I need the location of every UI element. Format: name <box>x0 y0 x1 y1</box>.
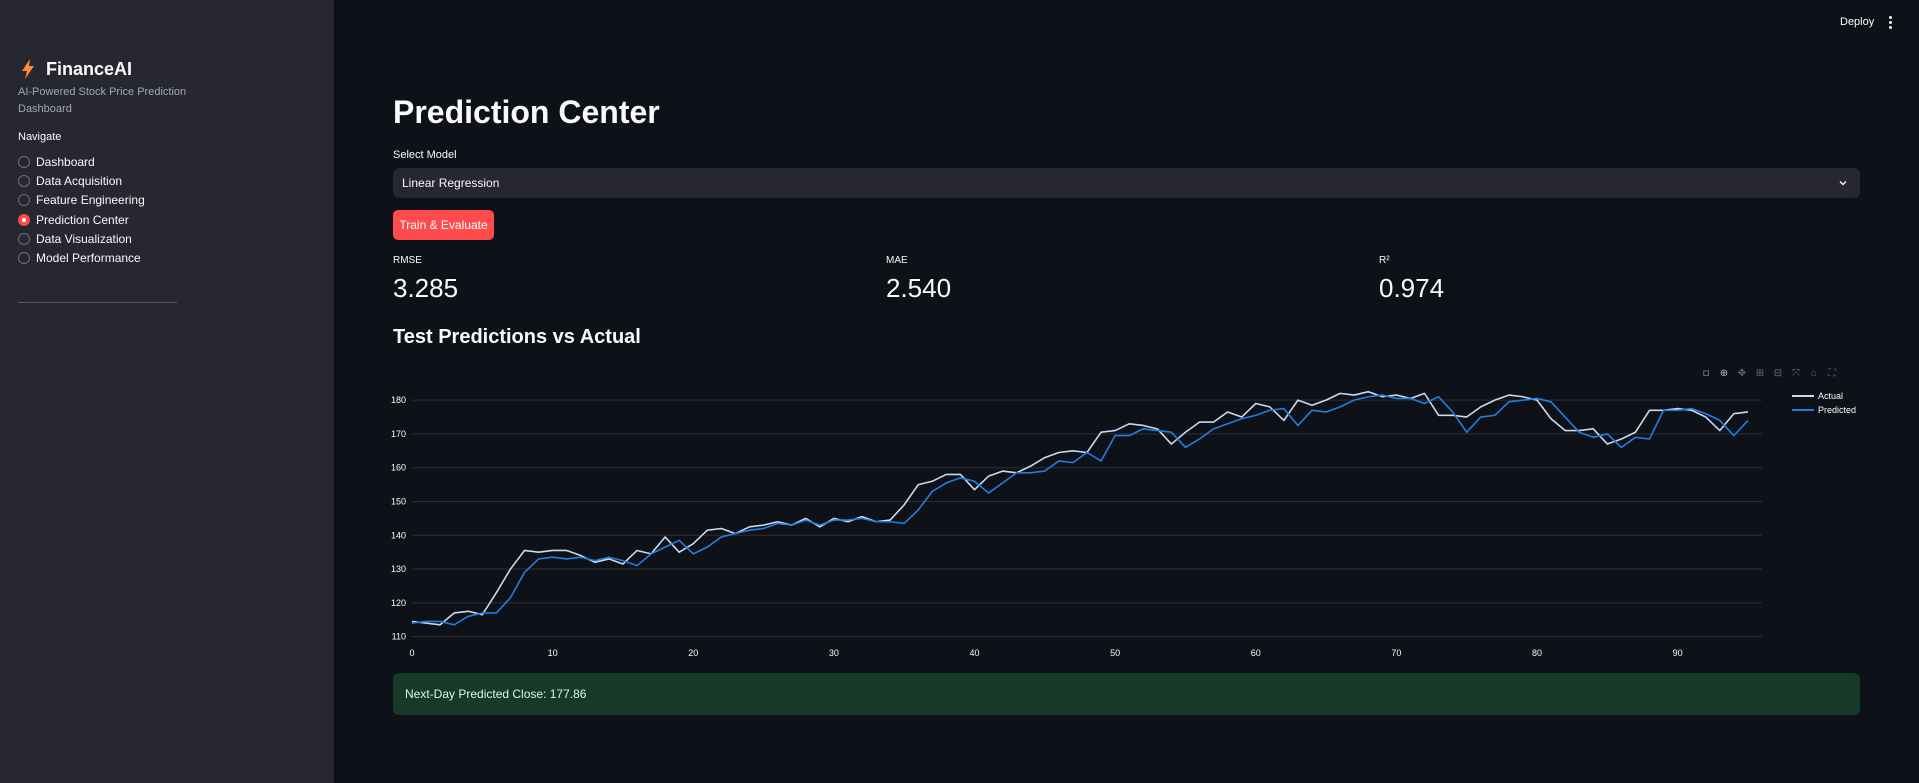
x-tick-label: 40 <box>969 648 979 658</box>
legend-swatch <box>1792 395 1814 397</box>
chart-title: Test Predictions vs Actual <box>393 326 641 348</box>
nav-heading: Navigate <box>18 131 62 143</box>
nav-item-prediction-center[interactable]: Prediction Center <box>18 210 145 229</box>
kebab-menu-icon[interactable] <box>1886 16 1894 30</box>
zoom-icon[interactable]: ⊕ <box>1718 368 1730 380</box>
x-tick-label: 30 <box>829 648 839 658</box>
zoom-out-icon[interactable]: ⊟ <box>1772 368 1784 380</box>
nav-item-data-visualization[interactable]: Data Visualization <box>18 229 145 248</box>
deploy-button[interactable]: Deploy <box>1840 16 1874 28</box>
nav-item-model-performance[interactable]: Model Performance <box>18 248 145 267</box>
nav-item-data-acquisition[interactable]: Data Acquisition <box>18 171 145 190</box>
chevron-down-icon <box>1839 181 1847 186</box>
alert-text: Next-Day Predicted Close: 177.86 <box>405 687 587 701</box>
series-line-predicted <box>411 394 1749 626</box>
legend-label: Actual <box>1818 391 1844 401</box>
sidebar-divider <box>18 302 177 303</box>
x-tick-label: 80 <box>1532 648 1542 658</box>
metric-value: 0.974 <box>1379 273 1445 303</box>
nav-item-label: Dashboard <box>36 154 95 169</box>
y-tick-label: 130 <box>391 564 406 574</box>
x-tick-label: 10 <box>548 648 558 658</box>
camera-icon[interactable]: ◘ <box>1700 368 1712 380</box>
home-icon[interactable]: ⌂ <box>1808 368 1820 380</box>
autoscale-icon[interactable]: ⤧ <box>1790 368 1802 380</box>
sidebar: FinanceAI AI-Powered Stock Price Predict… <box>0 0 334 783</box>
app-name: FinanceAI <box>46 58 133 79</box>
series-line-actual <box>411 390 1749 626</box>
metric-value: 2.540 <box>886 273 952 303</box>
metric-value: 3.285 <box>393 273 459 303</box>
train-evaluate-button[interactable]: Train & Evaluate <box>393 210 494 240</box>
y-tick-label: 150 <box>391 496 406 506</box>
legend-item-actual[interactable]: Actual <box>1792 389 1856 403</box>
model-select-value: Linear Regression <box>402 176 500 190</box>
model-select[interactable]: Linear Regression <box>393 168 1860 198</box>
select-model-label: Select Model <box>393 149 457 161</box>
y-tick-label: 170 <box>391 429 406 439</box>
app-subtitle: AI-Powered Stock Price Prediction Dashbo… <box>18 86 187 115</box>
prediction-alert: Next-Day Predicted Close: 177.86 <box>393 673 1860 715</box>
x-tick-label: 90 <box>1673 648 1683 658</box>
prediction-chart[interactable]: 110 120 130 140 150 160 170 180 0 10 20 30 40 50 60 70 8… <box>378 390 1838 670</box>
legend-label: Predicted <box>1818 405 1857 415</box>
radio-icon[interactable] <box>18 155 30 168</box>
y-tick-label: 160 <box>391 463 406 473</box>
nav-item-label: Prediction Center <box>36 212 129 227</box>
chart-modebar: ◘ ⊕ ✥ ⊞ ⊟ ⤧ ⌂ ⛶ <box>1700 368 1838 380</box>
nav-item-label: Data Acquisition <box>36 173 123 188</box>
legend-swatch <box>1792 409 1814 411</box>
y-tick-label: 120 <box>391 598 406 608</box>
nav-item-feature-engineering[interactable]: Feature Engineering <box>18 191 145 210</box>
pan-icon[interactable]: ✥ <box>1736 368 1748 380</box>
x-tick-label: 0 <box>409 648 414 658</box>
metric-rmse: RMSE 3.285 <box>393 255 458 304</box>
fullscreen-icon[interactable]: ⛶ <box>1826 368 1838 380</box>
nav-item-dashboard[interactable]: Dashboard <box>18 152 145 171</box>
metric-mae: MAE 2.540 <box>886 255 951 304</box>
chart-legend: Actual Predicted <box>1792 389 1856 417</box>
nav-item-label: Model Performance <box>36 251 141 266</box>
radio-icon[interactable] <box>18 174 30 187</box>
page-title: Prediction Center <box>393 94 660 130</box>
nav-item-label: Data Visualization <box>36 231 132 246</box>
radio-icon[interactable] <box>18 252 30 265</box>
y-tick-label: 140 <box>391 530 406 540</box>
nav-radio-group: Dashboard Data Acquisition Feature Engin… <box>18 152 145 268</box>
legend-item-predicted[interactable]: Predicted <box>1792 403 1856 417</box>
y-tick-label: 180 <box>391 395 406 405</box>
metric-label: MAE <box>886 255 908 266</box>
x-tick-label: 60 <box>1251 648 1261 658</box>
brand: FinanceAI <box>18 58 132 80</box>
nav-item-label: Feature Engineering <box>36 193 145 208</box>
radio-selected-icon[interactable] <box>18 213 30 226</box>
metric-label: RMSE <box>393 255 422 266</box>
lightning-icon <box>22 59 34 79</box>
zoom-in-icon[interactable]: ⊞ <box>1754 368 1766 380</box>
metric-label: R² <box>1379 255 1390 266</box>
radio-icon[interactable] <box>18 194 30 207</box>
metric-r2: R² 0.974 <box>1379 255 1444 304</box>
radio-icon[interactable] <box>18 232 30 245</box>
x-tick-label: 20 <box>688 648 698 658</box>
x-tick-label: 50 <box>1110 648 1120 658</box>
y-tick-label: 110 <box>392 632 406 642</box>
x-tick-label: 70 <box>1391 648 1401 658</box>
